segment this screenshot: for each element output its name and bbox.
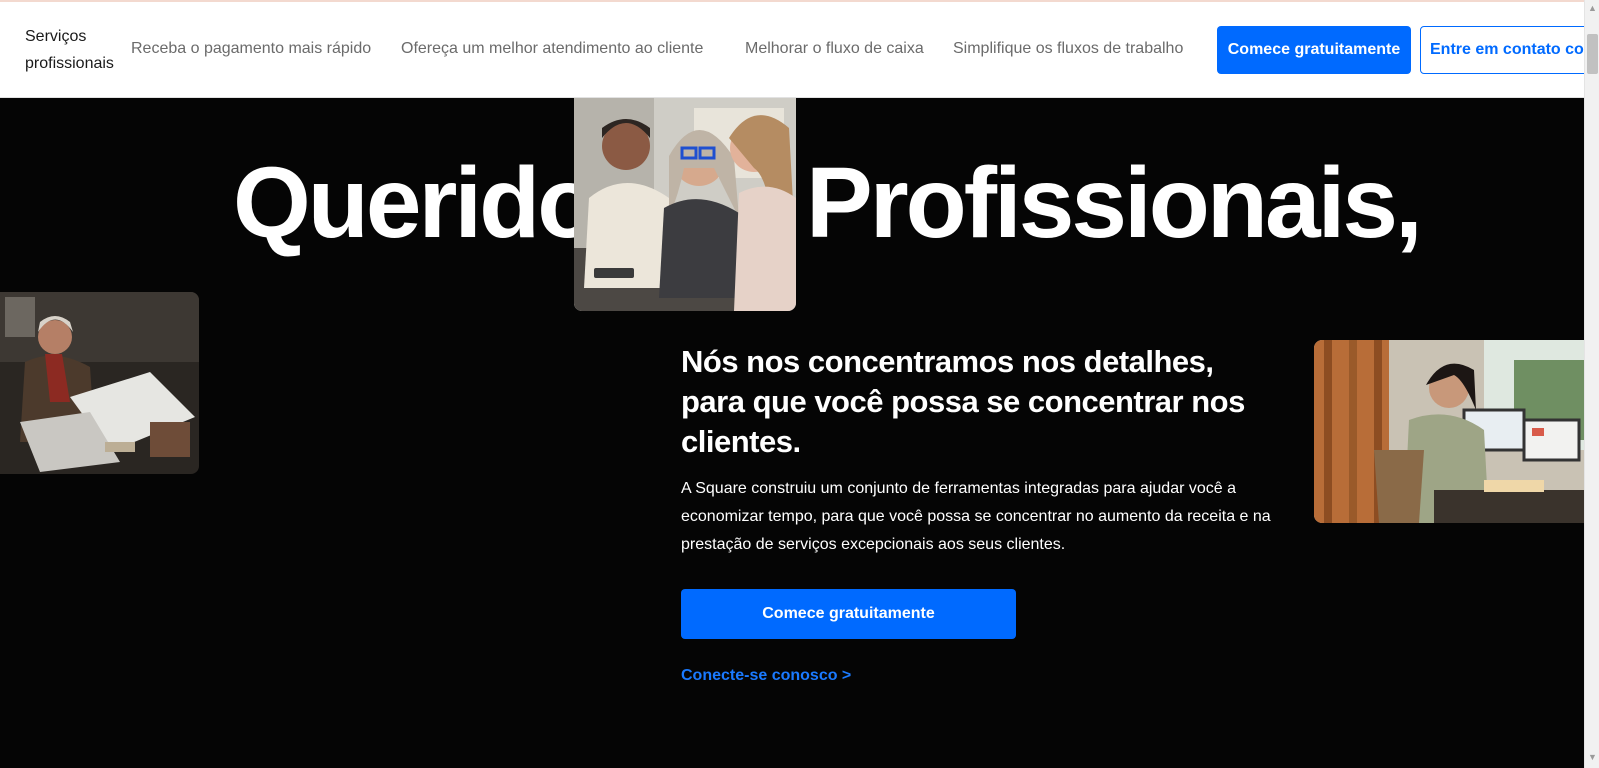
hero-section: Querido Profissionais, Nós nos concentra…: [0, 98, 1584, 768]
photo-woman-at-workstation: [1314, 340, 1584, 523]
hero-subheading: Nós nos concentramos nos detalhes, para …: [681, 344, 1245, 459]
start-free-button-nav[interactable]: Comece gratuitamente: [1217, 26, 1411, 74]
top-navigation-bar: Serviços profissionais Receba o pagament…: [0, 2, 1584, 98]
nav-link-workflows[interactable]: Simplifique os fluxos de trabalho: [953, 39, 1183, 59]
start-free-button-hero[interactable]: Comece gratuitamente: [681, 589, 1016, 639]
nav-link-get-paid-faster[interactable]: Receba o pagamento mais rápido: [131, 39, 371, 59]
vertical-scrollbar[interactable]: ▲ ▼: [1584, 0, 1599, 768]
nav-link-customer-service[interactable]: Ofereça um melhor atendimento ao cliente: [401, 39, 703, 59]
photo-architect-at-desk: [0, 292, 199, 474]
photo-team-meeting: [574, 98, 796, 311]
nav-link-cash-flow[interactable]: Melhorar o fluxo de caixa: [745, 39, 924, 59]
contact-us-button-nav[interactable]: Entre em contato conosco: [1420, 26, 1584, 74]
browser-viewport: Serviços profissionais Receba o pagament…: [0, 0, 1584, 768]
scroll-down-icon[interactable]: ▼: [1587, 752, 1598, 763]
hero-body-text: A Square construiu um conjunto de ferram…: [681, 480, 1271, 553]
connect-with-us-link[interactable]: Conecte-se conosco >: [681, 667, 851, 685]
headline-word-right: Profissionais,: [806, 147, 1423, 259]
brand-section-title[interactable]: Serviços profissionais: [25, 23, 125, 77]
scroll-up-icon[interactable]: ▲: [1587, 3, 1598, 14]
headline-word-left: Querido: [233, 147, 598, 259]
scrollbar-thumb[interactable]: [1587, 34, 1598, 74]
